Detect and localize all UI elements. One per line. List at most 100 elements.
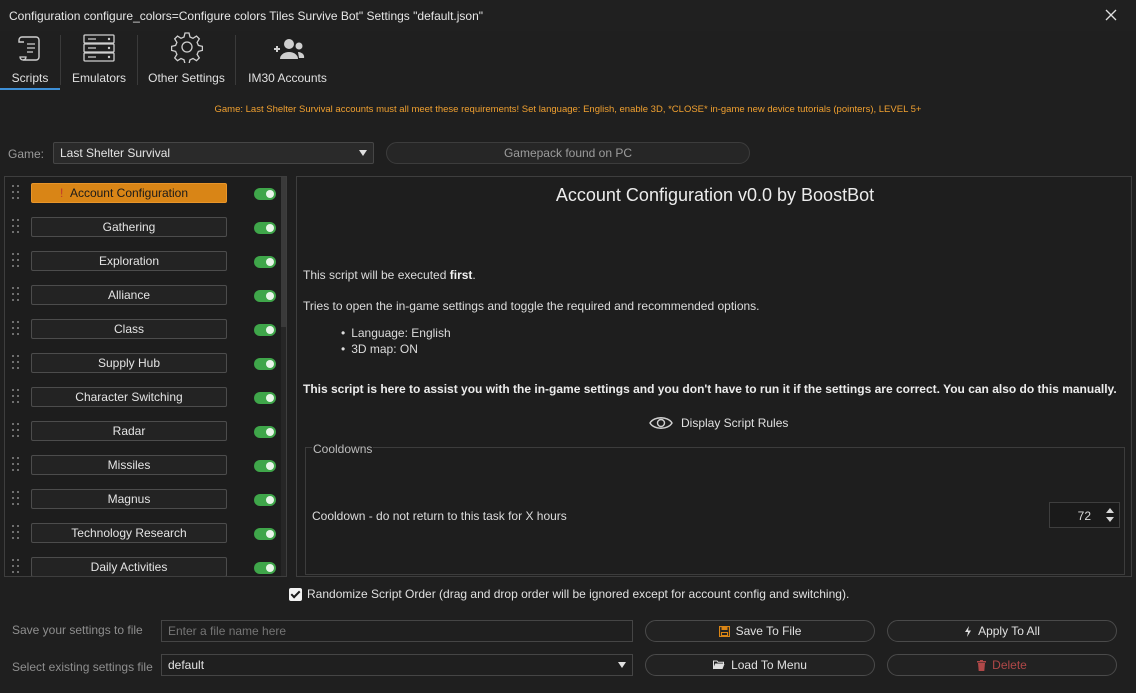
list-item: Class — [5, 313, 281, 347]
drag-handle-icon[interactable] — [12, 219, 20, 237]
script-enabled-toggle[interactable] — [254, 324, 276, 336]
list-item: Language: English — [341, 325, 450, 341]
toolbar-divider — [60, 35, 61, 85]
cooldowns-group: Cooldowns Cooldown - do not return to th… — [305, 442, 1125, 575]
script-button[interactable]: Technology Research — [31, 523, 227, 543]
randomize-label: Randomize Script Order (drag and drop or… — [307, 587, 850, 601]
list-item: Supply Hub — [5, 347, 281, 381]
script-button[interactable]: Character Switching — [31, 387, 227, 407]
script-enabled-toggle[interactable] — [254, 460, 276, 472]
toolbar-divider — [235, 35, 236, 85]
script-description: Tries to open the in-game settings and t… — [303, 299, 760, 313]
drag-handle-icon[interactable] — [12, 491, 20, 509]
display-script-rules-label: Display Script Rules — [681, 416, 789, 430]
tab-scripts-label: Scripts — [11, 71, 49, 85]
title-bar: Configuration configure_colors=Configure… — [0, 0, 1136, 31]
apply-to-all-button[interactable]: Apply To All — [887, 620, 1117, 642]
cooldown-hours-value: 72 — [1077, 509, 1091, 523]
execution-order-bold: first — [449, 268, 473, 282]
drag-handle-icon[interactable] — [12, 559, 20, 576]
script-button[interactable]: Gathering — [31, 217, 227, 237]
drag-handle-icon[interactable] — [12, 253, 20, 271]
scroll-icon — [18, 36, 40, 61]
tab-scripts[interactable]: Scripts — [0, 31, 60, 89]
script-label: Gathering — [102, 220, 156, 234]
close-icon[interactable] — [1102, 6, 1120, 24]
tab-im30-accounts[interactable]: IM30 Accounts — [240, 31, 335, 89]
tab-other-settings[interactable]: Other Settings — [140, 31, 233, 89]
script-label: Radar — [112, 424, 146, 438]
script-list: ! Account Configuration Gathering Explorati… — [4, 176, 287, 577]
game-select[interactable]: Last Shelter Survival — [53, 142, 374, 164]
script-enabled-toggle[interactable] — [254, 256, 276, 268]
load-to-menu-button[interactable]: Load To Menu — [645, 654, 875, 676]
scrollbar-thumb[interactable] — [281, 177, 286, 327]
script-label: Technology Research — [71, 526, 187, 540]
script-title: Account Configuration v0.0 by BoostBot — [555, 185, 875, 205]
script-button[interactable]: Missiles — [31, 455, 227, 475]
script-enabled-toggle[interactable] — [254, 562, 276, 574]
script-button[interactable]: Alliance — [31, 285, 227, 305]
script-label: Magnus — [107, 492, 151, 506]
chevron-down-icon — [618, 662, 626, 668]
drag-handle-icon[interactable] — [12, 185, 20, 203]
list-item: Magnus — [5, 483, 281, 517]
drag-handle-icon[interactable] — [12, 525, 20, 543]
script-list-scrollbar[interactable] — [281, 177, 286, 576]
script-enabled-toggle[interactable] — [254, 290, 276, 302]
save-to-file-button[interactable]: Save To File — [645, 620, 875, 642]
drag-handle-icon[interactable] — [12, 321, 20, 339]
eye-icon — [649, 417, 673, 429]
script-enabled-toggle[interactable] — [254, 528, 276, 540]
delete-label: Delete — [992, 658, 1027, 672]
script-label: Alliance — [107, 288, 151, 302]
randomize-checkbox[interactable] — [289, 587, 302, 601]
script-enabled-toggle[interactable] — [254, 188, 276, 200]
save-to-file-label: Save To File — [735, 624, 802, 638]
list-item: Technology Research — [5, 517, 281, 551]
drag-handle-icon[interactable] — [12, 355, 20, 373]
script-label: Daily Activities — [90, 560, 168, 574]
script-label: Character Switching — [75, 390, 183, 404]
file-name-input[interactable] — [161, 620, 633, 642]
script-enabled-toggle[interactable] — [254, 358, 276, 370]
script-enabled-toggle[interactable] — [254, 426, 276, 438]
script-button[interactable]: Class — [31, 319, 227, 339]
script-button[interactable]: ! Account Configuration — [31, 183, 227, 203]
script-button[interactable]: Exploration — [31, 251, 227, 271]
script-button[interactable]: Supply Hub — [31, 353, 227, 373]
list-item: Alliance — [5, 279, 281, 313]
randomize-order-option[interactable]: Randomize Script Order (drag and drop or… — [289, 587, 849, 601]
users-icon — [273, 39, 304, 59]
script-enabled-toggle[interactable] — [254, 222, 276, 234]
script-enabled-toggle[interactable] — [254, 494, 276, 506]
drag-handle-icon[interactable] — [12, 389, 20, 407]
script-button[interactable]: Radar — [31, 421, 227, 441]
list-item: ! Account Configuration — [5, 177, 281, 211]
execution-order-text: This script will be executed first. — [303, 268, 476, 282]
drag-handle-icon[interactable] — [12, 423, 20, 441]
script-label: Missiles — [107, 458, 151, 472]
script-enabled-toggle[interactable] — [254, 392, 276, 404]
drag-handle-icon[interactable] — [12, 457, 20, 475]
list-item: Missiles — [5, 449, 281, 483]
script-button[interactable]: Daily Activities — [31, 557, 227, 576]
cooldown-hours-spinbox[interactable]: 72 — [1049, 502, 1120, 528]
tab-other-settings-label: Other Settings — [148, 71, 225, 85]
folder-open-icon — [713, 660, 725, 670]
list-item: Radar — [5, 415, 281, 449]
delete-button[interactable]: Delete — [887, 654, 1117, 676]
apply-to-all-label: Apply To All — [978, 624, 1040, 638]
display-script-rules-button[interactable]: Display Script Rules — [649, 414, 788, 432]
spin-arrows-icon[interactable] — [1103, 505, 1117, 525]
execution-order-prefix: This script will be executed — [303, 268, 450, 282]
trash-icon — [977, 659, 987, 671]
tab-emulators[interactable]: Emulators — [63, 31, 135, 89]
script-button[interactable]: Magnus — [31, 489, 227, 509]
drag-handle-icon[interactable] — [12, 287, 20, 305]
alert-icon: ! — [60, 186, 64, 200]
game-select-value: Last Shelter Survival — [60, 146, 171, 160]
list-item: Daily Activities — [5, 551, 281, 576]
load-to-menu-label: Load To Menu — [731, 658, 807, 672]
settings-file-select[interactable]: default — [161, 654, 633, 676]
